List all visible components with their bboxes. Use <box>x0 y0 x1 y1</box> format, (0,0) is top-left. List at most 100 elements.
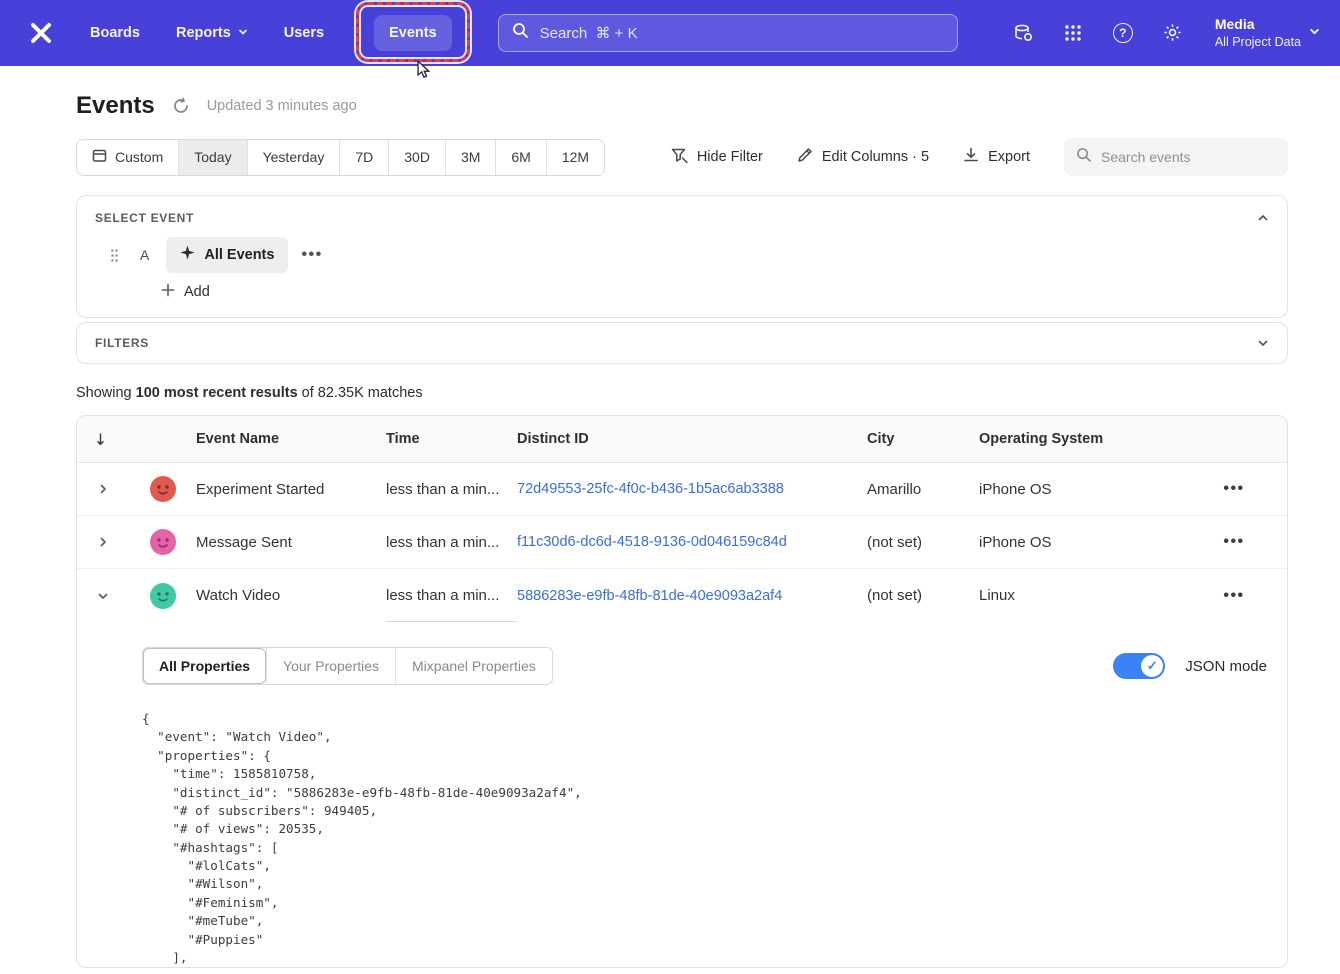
expand-row-chevron-right-icon[interactable] <box>93 479 113 499</box>
cell-event-name: Message Sent <box>196 534 386 551</box>
event-json-viewer[interactable]: { "event": "Watch Video", "properties": … <box>142 710 1267 967</box>
search-events-input[interactable] <box>1101 149 1276 165</box>
cell-distinct-id-link[interactable]: 72d49553-25fc-4f0c-b436-1b5ac6ab3388 <box>517 481 867 497</box>
project-scope: All Project Data <box>1215 34 1301 51</box>
range-custom-label: Custom <box>115 149 163 165</box>
search-events-box[interactable] <box>1064 138 1288 176</box>
all-events-sparkle-icon <box>180 245 195 265</box>
hide-filter-label: Hide Filter <box>697 149 763 165</box>
collapse-row-chevron-down-icon[interactable] <box>93 586 113 606</box>
range-yesterday-button[interactable]: Yesterday <box>247 140 340 175</box>
cell-city: (not set) <box>867 587 979 604</box>
tab-your-properties[interactable]: Your Properties <box>266 648 395 684</box>
event-avatar <box>150 583 176 609</box>
results-count: 100 most recent results <box>136 385 298 401</box>
cell-city: (not set) <box>867 534 979 551</box>
range-custom-button[interactable]: Custom <box>77 140 178 175</box>
cell-event-name: Experiment Started <box>196 481 386 498</box>
search-icon <box>512 22 529 44</box>
event-more-menu[interactable]: ••• <box>301 246 322 264</box>
cell-os: iPhone OS <box>979 534 1181 551</box>
cell-distinct-id-link[interactable]: f11c30d6-dc6d-4518-9136-0d046159c84d <box>517 534 867 550</box>
edit-columns-button[interactable]: Edit Columns · 5 <box>797 147 929 167</box>
hide-filter-button[interactable]: Hide Filter <box>671 147 763 168</box>
nav-item-users[interactable]: Users <box>284 25 324 41</box>
json-mode-label: JSON mode <box>1185 658 1267 675</box>
top-navbar: Boards Reports Users Events <box>0 0 1340 66</box>
date-range-segmented: Custom Today Yesterday 7D 30D 3M 6M 12M <box>76 139 605 176</box>
apps-grid-icon[interactable] <box>1061 21 1085 45</box>
range-6m-button[interactable]: 6M <box>495 140 545 175</box>
add-event-button[interactable]: Add <box>161 283 210 301</box>
calendar-icon <box>92 148 107 166</box>
selected-event-name: All Events <box>204 247 274 263</box>
cell-city: Amarillo <box>867 481 979 498</box>
cell-time: less than a min... <box>386 569 517 622</box>
col-header-event-name[interactable]: Event Name <box>196 431 386 447</box>
edit-columns-label: Edit Columns · 5 <box>822 149 929 165</box>
nav-item-reports[interactable]: Reports <box>176 25 248 41</box>
properties-tabs: All Properties Your Properties Mixpanel … <box>142 647 553 685</box>
mixpanel-logo-icon[interactable] <box>26 18 56 48</box>
expand-row-chevron-right-icon[interactable] <box>93 532 113 552</box>
table-row: Experiment Started less than a min... 72… <box>77 463 1287 516</box>
collapse-chevron-up-icon[interactable] <box>1257 212 1269 224</box>
json-mode-toggle[interactable]: ✓ <box>1113 653 1165 679</box>
results-prefix: Showing <box>76 385 136 401</box>
plus-icon <box>161 283 175 301</box>
cell-time: less than a min... <box>386 534 517 551</box>
cell-distinct-id-link[interactable]: 5886283e-e9fb-48fb-81de-40e9093a2af4 <box>517 588 867 604</box>
data-management-icon[interactable] <box>1011 21 1035 45</box>
sort-time-icon[interactable] <box>77 432 129 447</box>
refresh-icon[interactable] <box>172 97 190 115</box>
table-row-expanded: Watch Video less than a min... 5886283e-… <box>77 569 1287 622</box>
filters-panel: FILTERS <box>76 322 1288 364</box>
table-row: Message Sent less than a min... f11c30d6… <box>77 516 1287 569</box>
nav-item-reports-label: Reports <box>176 25 231 41</box>
row-more-menu[interactable]: ••• <box>1223 587 1244 605</box>
events-table: Event Name Time Distinct ID City Operati… <box>76 415 1288 968</box>
range-12m-button[interactable]: 12M <box>546 140 604 175</box>
page-header: Events Updated 3 minutes ago <box>76 92 1288 120</box>
settings-gear-icon[interactable] <box>1161 21 1185 45</box>
col-header-distinct-id[interactable]: Distinct ID <box>517 431 867 447</box>
project-selector[interactable]: Media All Project Data <box>1215 15 1320 51</box>
main-nav: Boards Reports Users Events <box>90 24 452 42</box>
toolbar-actions: Hide Filter Edit Columns · 5 Export <box>671 138 1288 176</box>
toggle-knob-check-icon: ✓ <box>1141 655 1163 677</box>
row-more-menu[interactable]: ••• <box>1223 480 1244 498</box>
project-name: Media <box>1215 15 1301 34</box>
download-icon <box>963 147 979 167</box>
col-header-city[interactable]: City <box>867 431 979 447</box>
range-today-button[interactable]: Today <box>178 140 246 175</box>
drag-handle-icon[interactable] <box>110 248 119 263</box>
col-header-os[interactable]: Operating System <box>979 431 1181 447</box>
col-header-time[interactable]: Time <box>386 431 517 447</box>
event-avatar <box>150 476 176 502</box>
search-icon <box>1076 147 1092 168</box>
results-summary: Showing 100 most recent results of 82.35… <box>76 385 1288 401</box>
chevron-down-icon <box>238 25 248 41</box>
range-30d-button[interactable]: 30D <box>388 140 445 175</box>
range-3m-button[interactable]: 3M <box>445 140 495 175</box>
global-search-input[interactable] <box>540 25 944 42</box>
expand-chevron-down-icon[interactable] <box>1257 337 1269 349</box>
help-icon[interactable]: ? <box>1111 21 1135 45</box>
range-7d-button[interactable]: 7D <box>339 140 388 175</box>
cell-os: Linux <box>979 587 1181 604</box>
page-title: Events <box>76 92 155 120</box>
event-avatar <box>150 529 176 555</box>
nav-item-boards[interactable]: Boards <box>90 25 140 41</box>
filters-title: FILTERS <box>95 336 149 350</box>
pencil-icon <box>797 147 813 167</box>
global-search[interactable] <box>498 14 958 52</box>
export-button[interactable]: Export <box>963 147 1030 167</box>
tab-mixpanel-properties[interactable]: Mixpanel Properties <box>395 648 552 684</box>
nav-item-events[interactable]: Events <box>374 15 452 51</box>
row-more-menu[interactable]: ••• <box>1223 533 1244 551</box>
tab-all-properties[interactable]: All Properties <box>143 648 266 684</box>
question-mark-icon: ? <box>1113 23 1133 43</box>
row-detail-panel: All Properties Your Properties Mixpanel … <box>77 622 1287 967</box>
event-selector-pill[interactable]: All Events <box>166 237 288 273</box>
nav-item-events-wrapper: Events <box>374 24 452 42</box>
